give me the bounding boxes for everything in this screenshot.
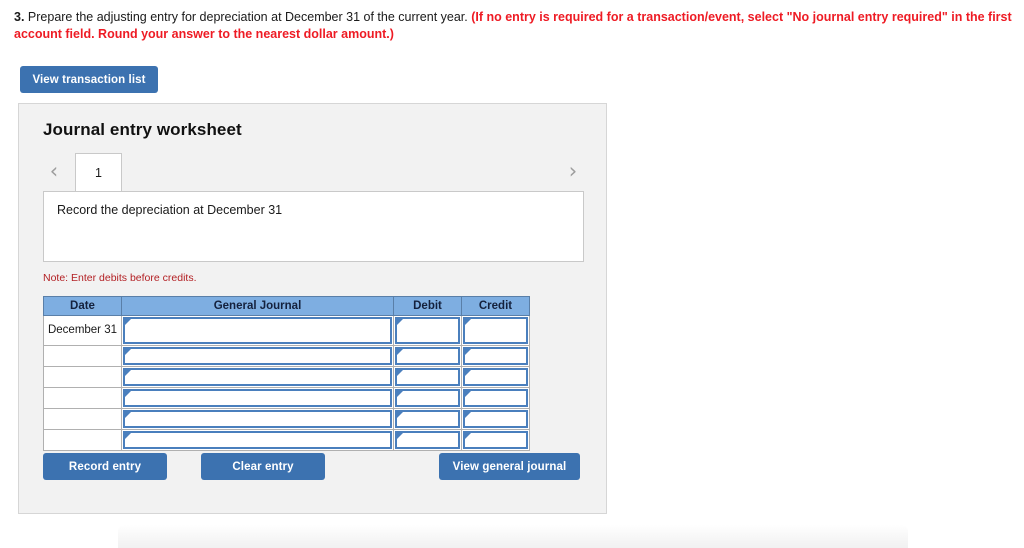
cell-credit-0[interactable] xyxy=(461,315,530,346)
cell-general-journal-3[interactable] xyxy=(121,387,394,409)
cell-general-journal-5[interactable] xyxy=(121,429,394,451)
account-select-4[interactable] xyxy=(123,410,392,428)
table-header-row: Date General Journal Debit Credit xyxy=(43,296,530,316)
cell-credit-2[interactable] xyxy=(461,366,530,388)
table-row xyxy=(43,366,530,388)
cell-date-1[interactable] xyxy=(43,345,122,367)
journal-entry-table: Date General Journal Debit Credit Decemb… xyxy=(43,296,530,451)
cell-date-5[interactable] xyxy=(43,429,122,451)
credit-input-3[interactable] xyxy=(463,389,528,407)
cell-debit-2[interactable] xyxy=(393,366,462,388)
view-transaction-list-button[interactable]: View transaction list xyxy=(20,66,158,93)
cell-credit-1[interactable] xyxy=(461,345,530,367)
cell-credit-4[interactable] xyxy=(461,408,530,430)
debit-input-2[interactable] xyxy=(395,368,460,386)
debits-before-credits-note: Note: Enter debits before credits. xyxy=(43,272,197,284)
cell-debit-5[interactable] xyxy=(393,429,462,451)
column-header-debit: Debit xyxy=(393,296,462,316)
page-bottom-shade xyxy=(118,525,908,548)
cell-debit-4[interactable] xyxy=(393,408,462,430)
cell-date-2[interactable] xyxy=(43,366,122,388)
clear-entry-button[interactable]: Clear entry xyxy=(201,453,325,480)
column-header-credit: Credit xyxy=(461,296,530,316)
debit-input-5[interactable] xyxy=(395,431,460,449)
debit-input-1[interactable] xyxy=(395,347,460,365)
panel-title: Journal entry worksheet xyxy=(43,120,242,139)
account-select-0[interactable] xyxy=(123,317,392,344)
record-entry-button[interactable]: Record entry xyxy=(43,453,167,480)
table-row: December 31 xyxy=(43,315,530,346)
cell-general-journal-2[interactable] xyxy=(121,366,394,388)
cell-credit-5[interactable] xyxy=(461,429,530,451)
debit-input-4[interactable] xyxy=(395,410,460,428)
cell-date-0: December 31 xyxy=(43,315,122,346)
table-row xyxy=(43,345,530,367)
cell-general-journal-4[interactable] xyxy=(121,408,394,430)
transaction-description-text: Record the depreciation at December 31 xyxy=(57,203,283,217)
transaction-description-box: Record the depreciation at December 31 xyxy=(43,191,584,262)
worksheet-tab-1[interactable]: 1 xyxy=(75,153,122,191)
account-select-3[interactable] xyxy=(123,389,392,407)
question-text: Prepare the adjusting entry for deprecia… xyxy=(24,10,472,24)
page-root: 3. Prepare the adjusting entry for depre… xyxy=(0,0,1024,548)
credit-input-1[interactable] xyxy=(463,347,528,365)
table-row xyxy=(43,387,530,409)
question-number: 3. xyxy=(14,10,25,24)
cell-debit-3[interactable] xyxy=(393,387,462,409)
credit-input-0[interactable] xyxy=(463,317,528,344)
cell-date-3[interactable] xyxy=(43,387,122,409)
view-general-journal-button[interactable]: View general journal xyxy=(439,453,580,480)
chevron-left-icon[interactable]: ‹ xyxy=(43,158,65,184)
credit-input-5[interactable] xyxy=(463,431,528,449)
journal-entry-worksheet-panel: Journal entry worksheet ‹ 1 › Record the… xyxy=(18,103,607,514)
question-prompt: 3. Prepare the adjusting entry for depre… xyxy=(14,9,1014,43)
cell-credit-3[interactable] xyxy=(461,387,530,409)
credit-input-4[interactable] xyxy=(463,410,528,428)
chevron-right-icon[interactable]: › xyxy=(562,158,584,184)
account-select-5[interactable] xyxy=(123,431,392,449)
worksheet-tabstrip: ‹ 1 › xyxy=(43,152,584,192)
cell-general-journal-0[interactable] xyxy=(121,315,394,346)
debit-input-0[interactable] xyxy=(395,317,460,344)
account-select-1[interactable] xyxy=(123,347,392,365)
table-row xyxy=(43,408,530,430)
cell-debit-1[interactable] xyxy=(393,345,462,367)
cell-general-journal-1[interactable] xyxy=(121,345,394,367)
column-header-date: Date xyxy=(43,296,122,316)
cell-debit-0[interactable] xyxy=(393,315,462,346)
debit-input-3[interactable] xyxy=(395,389,460,407)
table-row xyxy=(43,429,530,451)
column-header-general-journal: General Journal xyxy=(121,296,394,316)
account-select-2[interactable] xyxy=(123,368,392,386)
cell-date-4[interactable] xyxy=(43,408,122,430)
credit-input-2[interactable] xyxy=(463,368,528,386)
